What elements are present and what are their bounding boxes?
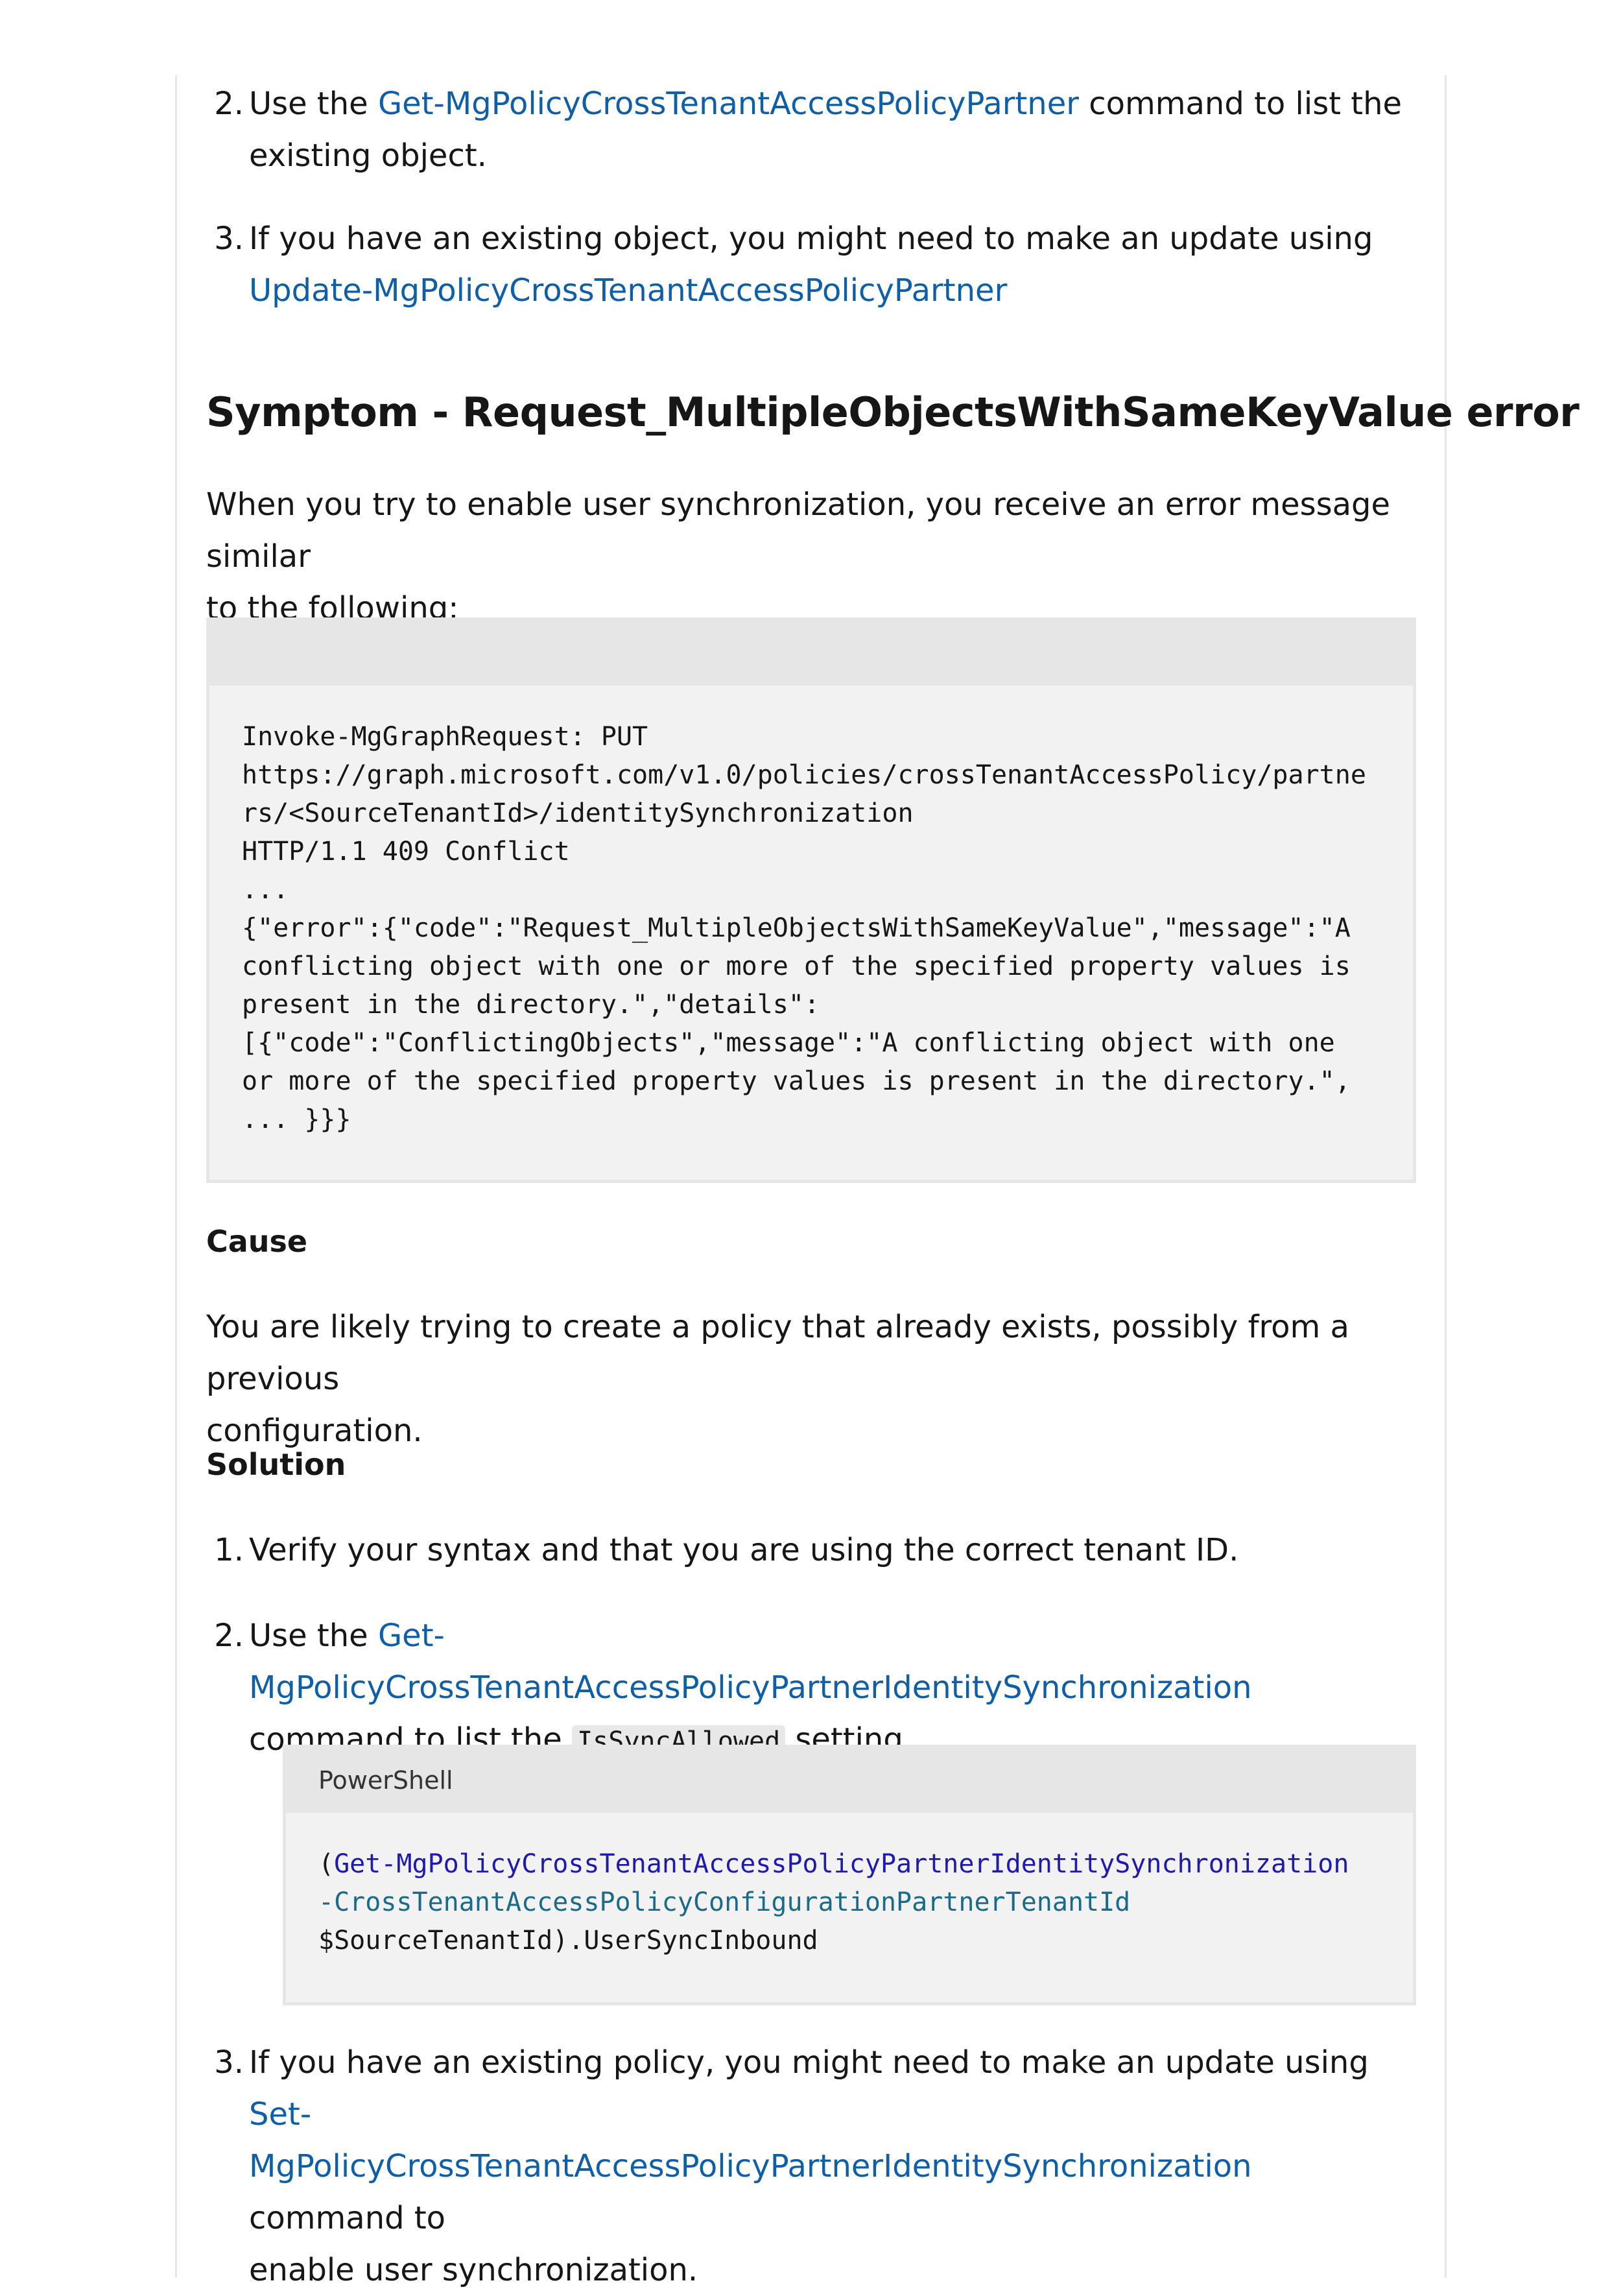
code-block-header: [209, 621, 1413, 686]
list-number: 3.: [214, 221, 244, 257]
code-command: Get-MgPolicyCrossTenantAccessPolicyPartn…: [334, 1849, 1349, 1879]
paragraph-line: You are likely trying to create a policy…: [206, 1309, 1349, 1397]
code-line: rs/<SourceTenantId>/identitySynchronizat…: [242, 798, 914, 828]
list-item: 2. Use the Get-MgPolicyCrossTenantAccess…: [214, 1610, 1416, 1767]
code-line: ... }}}: [242, 1105, 351, 1134]
section-heading: Symptom - Request_MultipleObjectsWithSam…: [206, 389, 1580, 436]
list-text: command to: [249, 2200, 446, 2236]
code-line: or more of the specified property values…: [242, 1066, 1351, 1096]
cause-heading: Cause: [206, 1224, 308, 1259]
get-identity-sync-command-link[interactable]: Get-MgPolicyCrossTenantAccessPolicyPartn…: [249, 1618, 1252, 1706]
code-language-label: PowerShell: [286, 1748, 1413, 1813]
list-text: enable user synchronization.: [249, 2252, 698, 2288]
list-item: 3. If you have an existing object, you m…: [214, 213, 1416, 317]
get-partner-command-link[interactable]: Get-MgPolicyCrossTenantAccessPolicyPartn…: [378, 86, 1079, 122]
code-parameter: -CrossTenantAccessPolicyConfigurationPar…: [318, 1887, 1131, 1917]
set-identity-sync-command-link[interactable]: MgPolicyCrossTenantAccessPolicyPartnerId…: [249, 2148, 1252, 2184]
code-line: HTTP/1.1 409 Conflict: [242, 837, 570, 867]
list-item: 3. If you have an existing policy, you m…: [214, 2037, 1416, 2296]
list-text: command to list the: [1078, 86, 1403, 122]
cause-paragraph: You are likely trying to create a policy…: [206, 1301, 1416, 1457]
code-line: present in the directory.","details":: [242, 990, 820, 1020]
list-number: 2.: [214, 1618, 244, 1654]
list-text: Use the: [249, 1618, 378, 1654]
code-line: [{"code":"ConflictingObjects","message":…: [242, 1028, 1335, 1058]
code-line: https://graph.microsoft.com/v1.0/policie…: [242, 760, 1366, 790]
list-text: existing object.: [249, 138, 487, 174]
code-paren: (: [318, 1849, 335, 1879]
list-number: 3.: [214, 2044, 244, 2081]
error-code-text: Invoke-MgGraphRequest: PUT https://graph…: [242, 718, 1387, 1139]
set-identity-sync-command-link[interactable]: Set-: [249, 2096, 311, 2133]
code-line: Invoke-MgGraphRequest: PUT: [242, 722, 648, 752]
error-code-block: Invoke-MgGraphRequest: PUT https://graph…: [206, 617, 1416, 1183]
update-partner-command-link[interactable]: Update-MgPolicyCrossTenantAccessPolicyPa…: [249, 272, 1007, 309]
code-line: conflicting object with one or more of t…: [242, 951, 1351, 981]
intro-paragraph: When you try to enable user synchronizat…: [206, 479, 1416, 634]
list-text: If you have an existing object, you migh…: [249, 221, 1373, 257]
code-line: ...: [242, 875, 289, 905]
code-line: {"error":{"code":"Request_MultipleObject…: [242, 913, 1351, 943]
powershell-code-text: (Get-MgPolicyCrossTenantAccessPolicyPart…: [318, 1845, 1387, 1960]
list-text: Verify your syntax and that you are usin…: [249, 1532, 1239, 1568]
list-item: 1. Verify your syntax and that you are u…: [214, 1524, 1416, 1576]
solution-heading: Solution: [206, 1447, 346, 1482]
powershell-code-block: PowerShell (Get-MgPolicyCrossTenantAcces…: [283, 1745, 1416, 2005]
list-text: Use the: [249, 86, 378, 122]
list-item: 2. Use the Get-MgPolicyCrossTenantAccess…: [214, 78, 1416, 182]
code-line: $SourceTenantId).UserSyncInbound: [318, 1926, 818, 1955]
paragraph-line: When you try to enable user synchronizat…: [206, 486, 1391, 575]
list-text: If you have an existing policy, you migh…: [249, 2044, 1369, 2081]
paragraph-line: configuration.: [206, 1413, 423, 1449]
list-number: 1.: [214, 1532, 244, 1568]
list-number: 2.: [214, 86, 244, 122]
